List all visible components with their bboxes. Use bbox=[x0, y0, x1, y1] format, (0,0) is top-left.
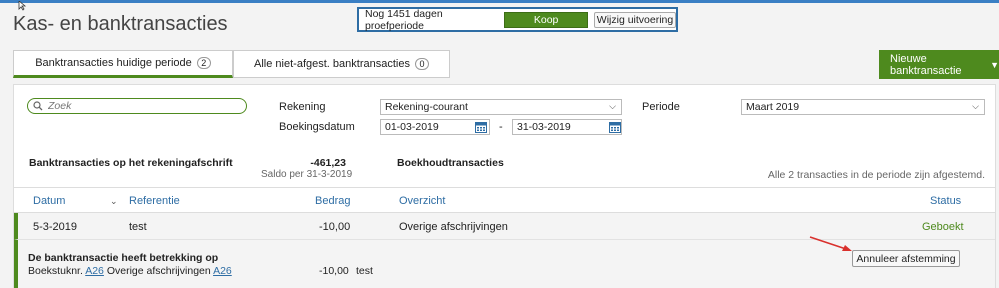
column-datum[interactable]: Datum bbox=[33, 195, 65, 207]
cell-overzicht: Overige afschrijvingen bbox=[399, 221, 508, 233]
search-input[interactable] bbox=[48, 100, 238, 112]
bank-statement-amount: -461,23 bbox=[310, 157, 346, 169]
transactions-panel: Rekening Rekening-courant ⌵ Periode Maar… bbox=[13, 84, 996, 288]
rekening-value: Rekening-courant bbox=[385, 101, 468, 113]
chevron-down-icon[interactable]: ⌄ bbox=[110, 196, 118, 207]
boekhoud-label: Boekhoudtransacties bbox=[397, 157, 504, 169]
rekening-label: Rekening bbox=[279, 101, 326, 113]
periode-select[interactable]: Maart 2019 ⌵ bbox=[741, 99, 985, 115]
bank-statement-label: Banktransacties op het rekeningafschrift bbox=[29, 157, 233, 169]
cell-referentie: test bbox=[129, 221, 147, 233]
date-separator: - bbox=[499, 121, 503, 133]
chevron-down-icon[interactable]: ▼ bbox=[990, 60, 999, 70]
boekstuk-link-2[interactable]: A26 bbox=[213, 265, 232, 277]
buy-button[interactable]: Koop bbox=[504, 11, 589, 28]
boekingsdatum-label: Boekingsdatum bbox=[279, 121, 355, 133]
date-to-field[interactable]: 31-03-2019 bbox=[512, 119, 622, 135]
tab-all-unreconciled[interactable]: Alle niet-afgest. banktransacties 0 bbox=[233, 50, 450, 78]
table-header: Datum ⌄ Referentie Bedrag Overzicht Stat… bbox=[14, 187, 995, 213]
count-badge: 2 bbox=[196, 57, 211, 69]
count-badge: 0 bbox=[414, 58, 429, 70]
cancel-reconciliation-button[interactable]: Annuleer afstemming bbox=[852, 250, 960, 267]
search-box[interactable] bbox=[27, 98, 247, 114]
column-bedrag[interactable]: Bedrag bbox=[315, 195, 350, 207]
annotation-arrow-icon bbox=[809, 236, 852, 251]
top-accent-bar bbox=[0, 0, 999, 3]
cursor-icon bbox=[18, 0, 28, 14]
cell-datum: 5-3-2019 bbox=[33, 221, 78, 233]
cell-bedrag: -10,00 bbox=[319, 221, 351, 233]
periode-label: Periode bbox=[642, 101, 680, 113]
trial-banner: Nog 1451 dagen proefperiode Koop Wijzig … bbox=[357, 7, 678, 32]
reconcile-status-text: Alle 2 transacties in de periode zijn af… bbox=[767, 169, 985, 181]
column-overzicht[interactable]: Overzicht bbox=[399, 195, 445, 207]
tab-label: Banktransacties huidige periode bbox=[35, 57, 192, 69]
page-title: Kas- en banktransacties bbox=[13, 13, 228, 35]
detail-middle: Overige afschrijvingen bbox=[106, 265, 211, 277]
date-from-field[interactable]: 01-03-2019 bbox=[380, 119, 490, 135]
date-from-value: 01-03-2019 bbox=[385, 121, 439, 133]
new-transaction-label: Nieuwe banktransactie bbox=[890, 52, 962, 77]
detail-title: De banktransactie heeft betrekking op bbox=[28, 252, 219, 264]
rekening-select[interactable]: Rekening-courant ⌵ bbox=[380, 99, 622, 115]
detail-description: test bbox=[356, 265, 373, 277]
date-to-value: 31-03-2019 bbox=[517, 121, 571, 133]
detail-line: Boekstuknr. A26 Overige afschrijvingen A… bbox=[28, 265, 232, 277]
calendar-icon[interactable] bbox=[475, 121, 487, 133]
boekstuk-link[interactable]: A26 bbox=[85, 265, 104, 277]
detail-amount: -10,00 bbox=[319, 265, 349, 277]
column-referentie[interactable]: Referentie bbox=[129, 195, 180, 207]
search-icon bbox=[33, 101, 43, 111]
chevron-down-icon: ⌵ bbox=[609, 101, 616, 111]
saldo-text: Saldo per 31-3-2019 bbox=[261, 169, 353, 180]
change-edition-button[interactable]: Wijzig uitvoering bbox=[594, 11, 676, 28]
new-transaction-button[interactable]: Nieuwe banktransactie ▼ bbox=[879, 50, 999, 79]
tab-label: Alle niet-afgest. banktransacties bbox=[254, 58, 410, 70]
periode-value: Maart 2019 bbox=[746, 101, 800, 113]
detail-prefix: Boekstuknr. bbox=[28, 265, 83, 277]
chevron-down-icon: ⌵ bbox=[972, 101, 979, 111]
calendar-icon[interactable] bbox=[609, 121, 621, 133]
cell-status: Geboekt bbox=[922, 221, 964, 233]
tab-current-period[interactable]: Banktransacties huidige periode 2 bbox=[13, 50, 233, 78]
column-status[interactable]: Status bbox=[930, 195, 961, 207]
trial-text: Nog 1451 dagen proefperiode bbox=[365, 7, 443, 32]
